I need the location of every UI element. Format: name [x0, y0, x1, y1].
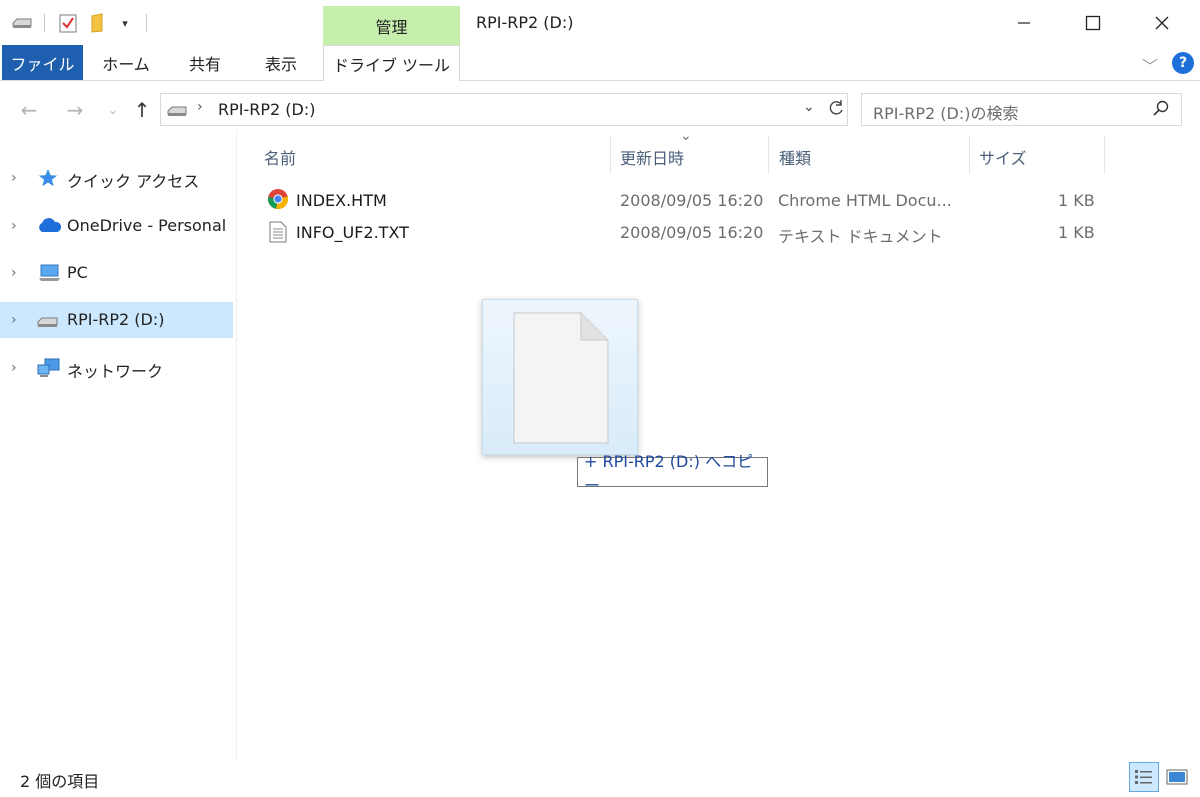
blank-document-icon	[513, 312, 609, 448]
file-size: 1 KB	[1058, 191, 1095, 210]
nav-item-label: PC	[67, 263, 88, 282]
ribbon-tabs: ファイル ホーム 共有 表示 ドライブ ツール ﹀ ?	[0, 45, 1200, 81]
close-button[interactable]	[1140, 8, 1184, 38]
expand-chevron-icon[interactable]: ›	[11, 170, 17, 186]
details-view-button[interactable]	[1129, 762, 1159, 792]
drive-icon[interactable]	[10, 12, 34, 34]
tab-label: ファイル	[10, 54, 75, 74]
text-file-icon	[269, 221, 287, 247]
minimize-button[interactable]	[1002, 8, 1046, 38]
breadcrumb-current[interactable]: RPI-RP2 (D:)	[218, 100, 315, 119]
tab-share[interactable]: 共有	[173, 45, 237, 80]
search-input[interactable]: RPI-RP2 (D:)の検索	[873, 100, 1019, 124]
column-header-modified[interactable]: 更新日時	[620, 145, 684, 169]
file-type: Chrome HTML Docu...	[778, 191, 952, 210]
column-separator[interactable]	[610, 136, 611, 174]
nav-item-onedrive[interactable]: › OneDrive - Personal	[0, 208, 233, 244]
expand-chevron-icon[interactable]: ›	[11, 312, 17, 328]
network-icon	[36, 358, 60, 378]
tab-label: ドライブ ツール	[332, 55, 451, 75]
refresh-icon[interactable]	[826, 98, 846, 118]
star-icon	[36, 168, 60, 188]
table-row[interactable]: INDEX.HTM 2008/09/05 16:20 Chrome HTML D…	[250, 186, 1110, 216]
drag-copy-tooltip: + RPI-RP2 (D:) へコピー	[577, 452, 768, 495]
file-modified: 2008/09/05 16:20	[620, 191, 764, 210]
nav-item-network[interactable]: › ネットワーク	[0, 350, 233, 386]
window-title: RPI-RP2 (D:)	[476, 13, 574, 32]
new-folder-icon[interactable]	[86, 12, 110, 34]
file-name: INDEX.HTM	[296, 191, 387, 210]
table-row[interactable]: INFO_UF2.TXT 2008/09/05 16:20 テキスト ドキュメン…	[250, 218, 1110, 248]
tab-label: 表示	[264, 54, 297, 74]
nav-item-pc[interactable]: › PC	[0, 255, 233, 291]
expand-chevron-icon[interactable]: ›	[11, 360, 17, 376]
large-icons-view-button[interactable]	[1162, 762, 1192, 792]
explorer-window: { "window": { "title": "RPI-RP2 (D:)", "…	[0, 0, 1200, 797]
column-header-name[interactable]: 名前	[264, 145, 296, 169]
pane-splitter[interactable]	[236, 130, 237, 760]
qat-separator	[146, 14, 147, 32]
column-separator[interactable]	[768, 136, 769, 174]
tab-home[interactable]: ホーム	[94, 45, 158, 80]
tab-label: ホーム	[102, 54, 150, 74]
forward-button[interactable]: →	[60, 95, 90, 125]
ribbon-expand-chevron-icon[interactable]: ﹀	[1142, 53, 1158, 77]
breadcrumb-chevron-icon[interactable]: ›	[197, 99, 203, 115]
search-icon[interactable]	[1152, 99, 1170, 121]
properties-check-icon[interactable]	[56, 12, 80, 34]
copy-tooltip-text: + RPI-RP2 (D:) へコピー	[584, 452, 754, 495]
nav-item-rpi-rp2[interactable]: › RPI-RP2 (D:)	[0, 302, 233, 338]
nav-item-quick-access[interactable]: › クイック アクセス	[0, 160, 233, 196]
maximize-button[interactable]	[1071, 8, 1115, 38]
back-button[interactable]: ←	[14, 95, 44, 125]
cloud-icon	[36, 216, 62, 236]
expand-chevron-icon[interactable]: ›	[11, 218, 17, 234]
nav-item-label: ネットワーク	[67, 362, 164, 381]
file-modified: 2008/09/05 16:20	[620, 223, 764, 242]
drive-icon	[166, 103, 188, 122]
drive-icon	[36, 310, 60, 330]
recent-locations-chevron-icon[interactable]: ⌄	[98, 95, 128, 125]
column-header-size[interactable]: サイズ	[979, 145, 1027, 169]
help-icon[interactable]: ?	[1172, 52, 1194, 74]
nav-item-label: RPI-RP2 (D:)	[67, 310, 165, 329]
computer-icon	[36, 263, 60, 283]
sort-chevron-icon: ⌄	[680, 128, 692, 144]
navigation-pane: › クイック アクセス › OneDrive - Personal › PC ›	[0, 130, 236, 760]
column-separator[interactable]	[969, 136, 970, 174]
up-button[interactable]: ↑	[127, 95, 157, 125]
address-dropdown-icon[interactable]: ⌄	[803, 99, 815, 115]
context-tab-manage[interactable]: 管理	[323, 6, 460, 45]
tab-label: 共有	[188, 54, 221, 74]
nav-item-label: クイック アクセス	[67, 172, 200, 191]
title-bar: ▾ 管理 RPI-RP2 (D:)	[0, 0, 1200, 45]
tab-drive-tools[interactable]: ドライブ ツール	[323, 45, 460, 81]
column-separator[interactable]	[1104, 136, 1105, 174]
context-tab-label: 管理	[375, 17, 408, 37]
customize-dropdown-icon[interactable]: ▾	[116, 12, 134, 34]
chrome-icon	[267, 188, 289, 214]
status-item-count: 2 個の項目	[20, 772, 100, 791]
qat-separator	[44, 14, 45, 32]
file-name: INFO_UF2.TXT	[296, 223, 409, 242]
column-header-type[interactable]: 種類	[779, 145, 811, 169]
expand-chevron-icon[interactable]: ›	[11, 265, 17, 281]
drag-preview	[482, 299, 638, 455]
file-size: 1 KB	[1058, 223, 1095, 242]
nav-item-label: OneDrive - Personal	[67, 216, 227, 235]
tab-file[interactable]: ファイル	[2, 45, 83, 80]
tab-view[interactable]: 表示	[249, 45, 313, 80]
file-type: テキスト ドキュメント	[778, 227, 943, 246]
